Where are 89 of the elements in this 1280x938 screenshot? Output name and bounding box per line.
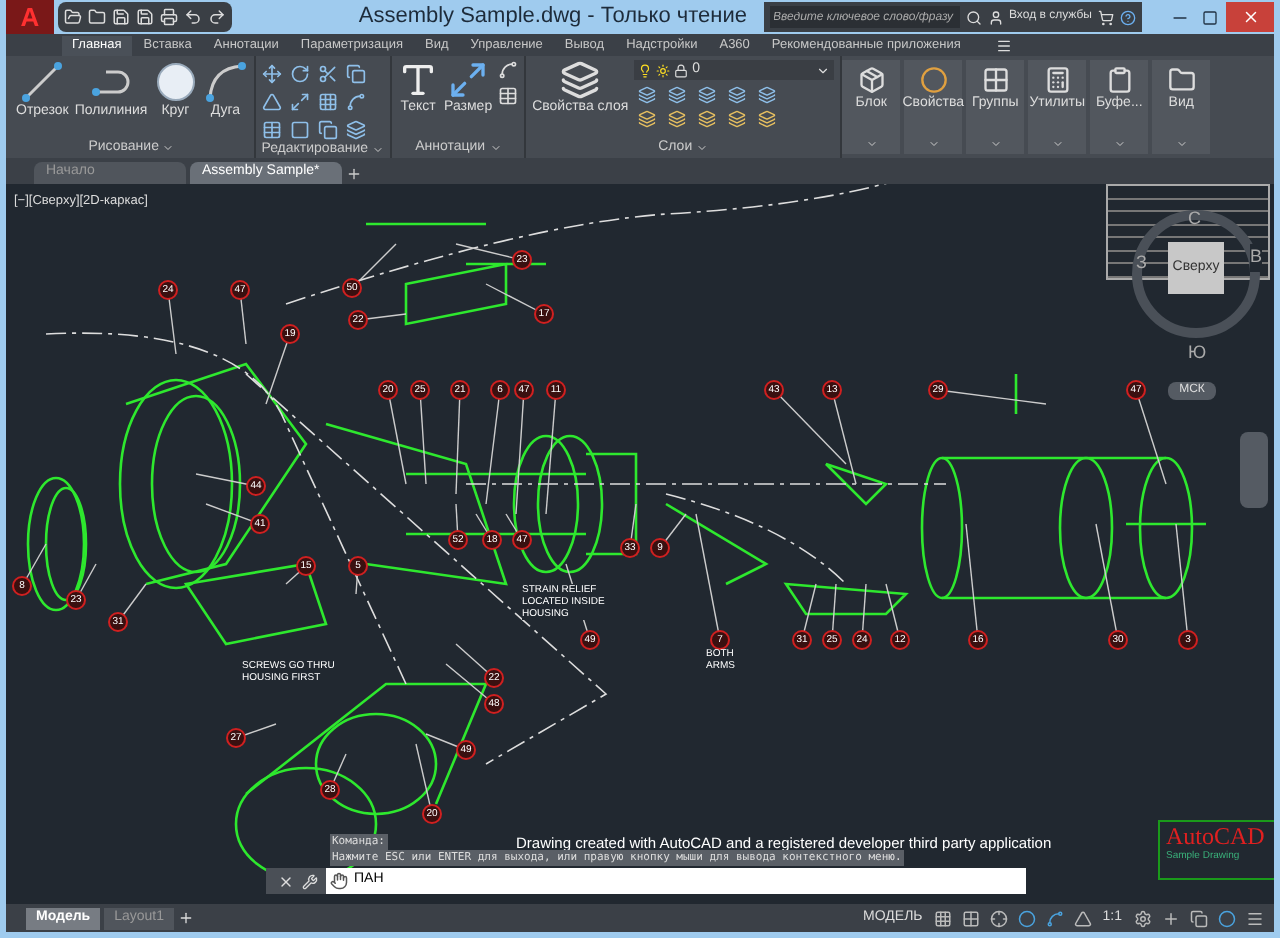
add-layout-icon[interactable] xyxy=(178,910,195,926)
button-icon xyxy=(919,66,948,94)
status-toggle-icon[interactable] xyxy=(1046,909,1065,927)
layer-tool-icon[interactable] xyxy=(728,86,747,104)
layer-tool-icon[interactable] xyxy=(758,110,777,128)
logo-title: AutoCAD xyxy=(1166,822,1267,850)
toolbar-icon[interactable] xyxy=(88,8,106,26)
layer-tool-icon[interactable] xyxy=(698,86,717,104)
status-toggle-icon[interactable] xyxy=(1190,909,1208,927)
sun-icon xyxy=(656,63,671,77)
edit-tool-icon[interactable] xyxy=(345,120,366,140)
help-icon[interactable] xyxy=(1120,9,1136,25)
edit-tool-icon[interactable] xyxy=(317,120,338,140)
toolbar-icon[interactable] xyxy=(184,8,202,26)
button-icon xyxy=(1167,66,1196,94)
lightbulb-icon xyxy=(638,63,653,77)
status-toggle-icon[interactable] xyxy=(990,909,1009,927)
caret-icon[interactable] xyxy=(372,144,385,156)
layer-tool-icon[interactable] xyxy=(698,110,717,128)
edit-tool-icon[interactable] xyxy=(261,92,282,112)
toolbar-icon[interactable] xyxy=(136,8,154,26)
close-button[interactable] xyxy=(1226,2,1274,32)
button-icon xyxy=(857,66,886,94)
layer-tool-icon[interactable] xyxy=(668,86,687,104)
edit-tool-icon[interactable] xyxy=(289,120,310,140)
compass-letter[interactable]: В xyxy=(1250,244,1263,271)
caret-icon xyxy=(1113,138,1126,150)
edit-tool-icon[interactable] xyxy=(261,64,282,84)
caret-icon xyxy=(927,138,940,150)
caret-icon xyxy=(865,138,878,150)
hand-icon xyxy=(330,872,348,890)
leader-icon[interactable] xyxy=(498,60,519,80)
button-icon xyxy=(1043,66,1072,94)
edit-tool-icon[interactable] xyxy=(345,92,366,112)
layer-tool-icon[interactable] xyxy=(728,110,747,128)
edit-tool-icon[interactable] xyxy=(289,64,310,84)
panel-toggle-icon[interactable] xyxy=(996,38,1013,54)
maximize-icon[interactable] xyxy=(1202,9,1218,25)
status-toggle-icon[interactable] xyxy=(1134,909,1152,927)
caret-icon[interactable] xyxy=(489,142,502,154)
layers-icon xyxy=(560,60,601,100)
compass-letter[interactable]: С xyxy=(1188,206,1201,233)
table-icon[interactable] xyxy=(498,86,519,106)
status-toggle-icon[interactable] xyxy=(1018,909,1037,927)
caret-icon[interactable] xyxy=(162,142,175,154)
caret-icon[interactable] xyxy=(696,142,709,154)
toolbar-icon[interactable] xyxy=(208,8,226,26)
edit-tool-icon[interactable] xyxy=(317,92,338,112)
compass-letter[interactable]: З xyxy=(1136,250,1147,277)
status-toggle-icon[interactable] xyxy=(1074,909,1093,927)
status-toggle-icon[interactable] xyxy=(1246,909,1264,927)
caret-icon xyxy=(816,63,831,77)
layer-tool-icon[interactable] xyxy=(668,110,687,128)
close-icon[interactable] xyxy=(278,873,294,889)
text-tool-icon xyxy=(398,60,439,100)
close-icon xyxy=(1241,8,1259,26)
circle-icon xyxy=(153,60,198,104)
status-toggle-icon[interactable] xyxy=(962,909,981,927)
dimension-icon xyxy=(448,60,489,100)
caret-icon xyxy=(1051,138,1064,150)
edit-tool-icon[interactable] xyxy=(289,92,310,112)
layer-tool-icon[interactable] xyxy=(758,86,777,104)
cart-icon[interactable] xyxy=(1098,9,1114,25)
edit-tool-icon[interactable] xyxy=(345,64,366,84)
navigation-bar xyxy=(1240,432,1268,508)
status-toggle-icon[interactable] xyxy=(934,909,953,927)
binoculars-icon[interactable] xyxy=(965,9,981,25)
toolbar-icon[interactable] xyxy=(112,8,130,26)
new-tab-icon[interactable] xyxy=(346,166,362,182)
caret-icon xyxy=(989,138,1002,150)
drawing-canvas[interactable] xyxy=(6,184,1274,904)
lock-icon xyxy=(674,63,689,77)
layer-tool-icon[interactable] xyxy=(638,110,657,128)
button-icon xyxy=(981,66,1010,94)
toolbar-icon[interactable] xyxy=(64,8,82,26)
user-icon xyxy=(987,9,1003,25)
status-toggle-icon[interactable] xyxy=(1162,909,1180,927)
wrench-icon[interactable] xyxy=(302,873,318,889)
toolbar-icon[interactable] xyxy=(160,8,178,26)
window-title: Assembly Sample.dwg - Только чтение xyxy=(358,2,747,33)
button-icon xyxy=(1105,66,1134,94)
status-toggle-icon[interactable] xyxy=(1218,909,1236,927)
compass-letter[interactable]: Ю xyxy=(1188,340,1207,367)
layer-tool-icon[interactable] xyxy=(638,86,657,104)
caret-icon xyxy=(1175,138,1188,150)
edit-tool-icon[interactable] xyxy=(317,64,338,84)
edit-tool-icon[interactable] xyxy=(261,120,282,140)
line-icon xyxy=(20,60,65,104)
arc-icon xyxy=(203,60,248,104)
